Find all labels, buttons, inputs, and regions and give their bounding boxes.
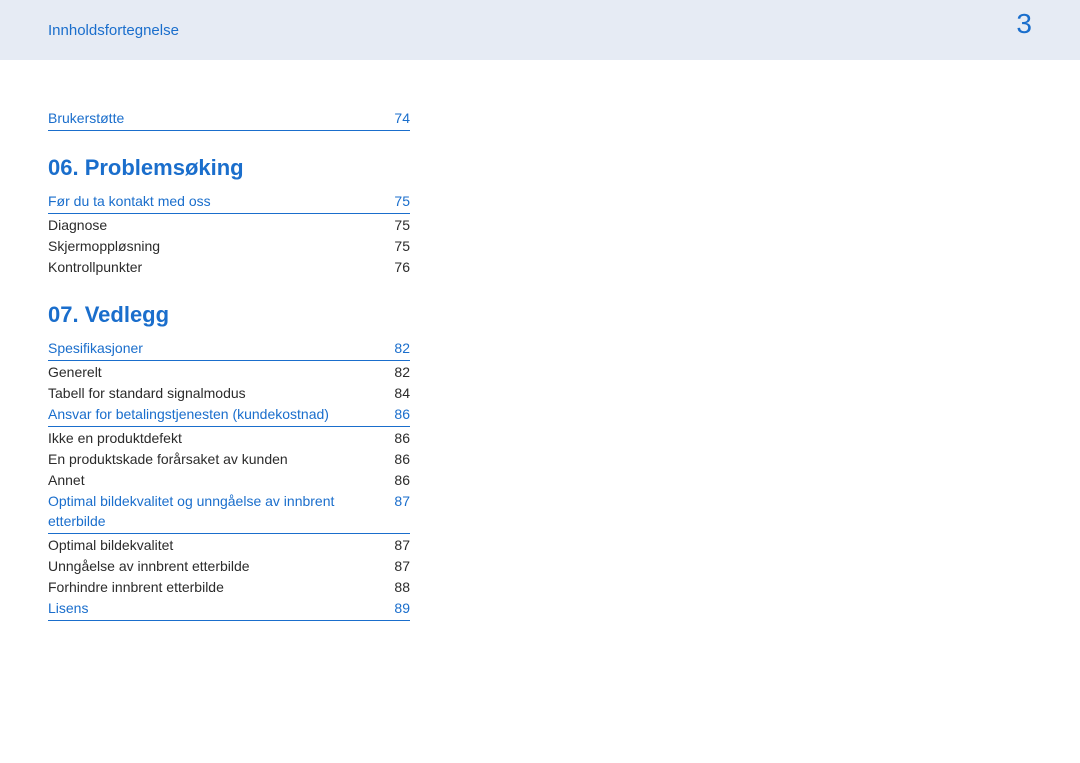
toc-item-label: Forhindre innbrent etterbilde [48, 577, 380, 597]
toc-item-label: Unngåelse av innbrent etterbilde [48, 556, 380, 576]
section-heading-06: 06. Problemsøking [48, 155, 410, 181]
toc-link-page: 89 [380, 598, 410, 618]
toc-link-spesifikasjoner[interactable]: Spesifikasjoner 82 [48, 338, 410, 361]
toc-item-label: Kontrollpunkter [48, 257, 380, 277]
toc-item-label: Annet [48, 470, 380, 490]
toc-item: Kontrollpunkter 76 [48, 257, 410, 278]
toc-item-page: 75 [380, 215, 410, 235]
toc-item-page: 87 [380, 556, 410, 576]
page-header: Innholdsfortegnelse 3 [0, 0, 1080, 60]
toc-link-label: Lisens [48, 598, 380, 618]
toc-item: Skjermoppløsning 75 [48, 236, 410, 257]
toc-item: Forhindre innbrent etterbilde 88 [48, 577, 410, 598]
toc-item-page: 88 [380, 577, 410, 597]
toc-item-page: 86 [380, 449, 410, 469]
toc-item-page: 76 [380, 257, 410, 277]
toc-link-label: Optimal bildekvalitet og unngåelse av in… [48, 491, 380, 531]
toc-link-page: 75 [380, 191, 410, 211]
toc-link-label: Brukerstøtte [48, 108, 380, 128]
toc-item-page: 75 [380, 236, 410, 256]
toc-item: Unngåelse av innbrent etterbilde 87 [48, 556, 410, 577]
toc-item-label: Diagnose [48, 215, 380, 235]
toc-link-ansvar[interactable]: Ansvar for betalingstjenesten (kundekost… [48, 404, 410, 427]
section-heading-07: 07. Vedlegg [48, 302, 410, 328]
toc-item-label: Ikke en produktdefekt [48, 428, 380, 448]
toc-item-page: 84 [380, 383, 410, 403]
toc-item: Tabell for standard signalmodus 84 [48, 383, 410, 404]
toc-item: Diagnose 75 [48, 215, 410, 236]
toc-item-page: 82 [380, 362, 410, 382]
toc-item-label: Generelt [48, 362, 380, 382]
toc-link-page: 86 [380, 404, 410, 424]
page-number: 3 [1016, 8, 1032, 40]
toc-item: Optimal bildekvalitet 87 [48, 535, 410, 556]
toc-item-label: Optimal bildekvalitet [48, 535, 380, 555]
toc-link-for-du-ta-kontakt[interactable]: Før du ta kontakt med oss 75 [48, 191, 410, 214]
toc-link-label: Ansvar for betalingstjenesten (kundekost… [48, 404, 380, 424]
toc-item: Generelt 82 [48, 362, 410, 383]
toc-item-page: 86 [380, 470, 410, 490]
header-title[interactable]: Innholdsfortegnelse [48, 22, 179, 39]
toc-item: En produktskade forårsaket av kunden 86 [48, 449, 410, 470]
toc-link-brukerstotte[interactable]: Brukerstøtte 74 [48, 108, 410, 131]
toc-link-lisens[interactable]: Lisens 89 [48, 598, 410, 621]
toc-link-label: Før du ta kontakt med oss [48, 191, 380, 211]
toc-item-label: En produktskade forårsaket av kunden [48, 449, 380, 469]
toc-link-page: 87 [380, 491, 410, 511]
toc-item: Ikke en produktdefekt 86 [48, 428, 410, 449]
toc-content: Brukerstøtte 74 06. Problemsøking Før du… [0, 60, 410, 621]
toc-item-label: Tabell for standard signalmodus [48, 383, 380, 403]
toc-link-page: 82 [380, 338, 410, 358]
toc-link-optimal-bildekvalitet[interactable]: Optimal bildekvalitet og unngåelse av in… [48, 491, 410, 534]
toc-item-label: Skjermoppløsning [48, 236, 380, 256]
toc-link-label: Spesifikasjoner [48, 338, 380, 358]
toc-item-page: 87 [380, 535, 410, 555]
toc-link-page: 74 [380, 108, 410, 128]
toc-item-page: 86 [380, 428, 410, 448]
toc-item: Annet 86 [48, 470, 410, 491]
